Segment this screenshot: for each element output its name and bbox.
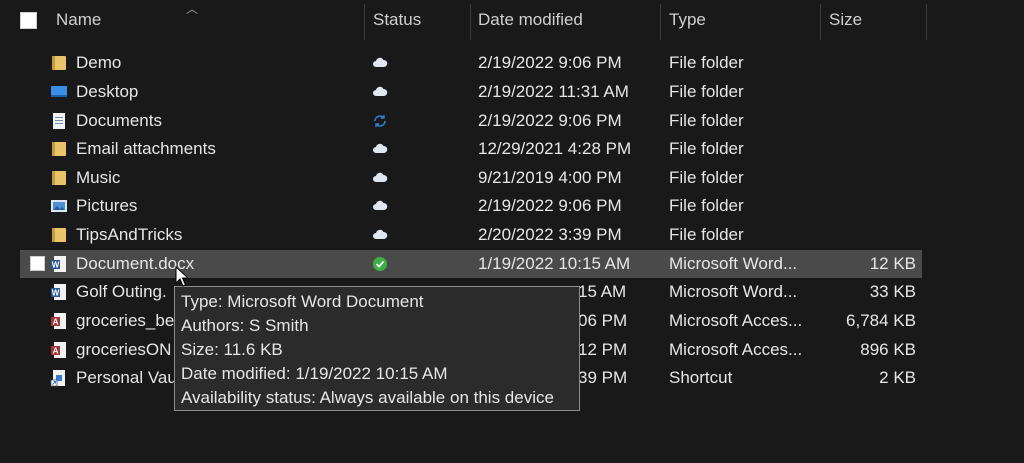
mouse-pointer-icon <box>175 266 189 287</box>
file-type: File folder <box>669 82 744 101</box>
file-name: Pictures <box>76 196 138 215</box>
file-type: File folder <box>669 168 744 187</box>
file-name: Music <box>76 168 121 187</box>
file-type: Microsoft Word... <box>669 282 798 301</box>
date-modified: 2/19/2022 9:06 PM <box>478 196 622 215</box>
column-header-date-modified[interactable]: Date modified <box>478 0 583 40</box>
file-row[interactable]: Demo 2/19/2022 9:06 PM File folder <box>20 49 922 77</box>
date-modified: 2/20/2022 3:39 PM <box>478 225 622 244</box>
row-checkbox[interactable] <box>30 256 45 271</box>
access-database-icon: A <box>51 313 66 329</box>
file-size: 2 KB <box>879 368 916 387</box>
file-row[interactable]: Pictures 2/19/2022 9:06 PM File folder <box>20 192 922 220</box>
column-header-status[interactable]: Status <box>373 0 421 40</box>
file-size: 896 KB <box>860 340 916 359</box>
folder-icon <box>52 142 66 156</box>
file-row-selected[interactable]: W Document.docx 1/19/2022 10:15 AM Micro… <box>20 250 922 278</box>
date-modified: 12/29/2021 4:28 PM <box>478 139 632 158</box>
file-row[interactable]: Music 9/21/2019 4:00 PM File folder <box>20 164 922 192</box>
column-divider[interactable] <box>364 4 365 40</box>
file-row[interactable]: Email attachments 12/29/2021 4:28 PM Fil… <box>20 135 922 163</box>
file-size <box>820 221 916 249</box>
date-modified: 2/19/2022 9:06 PM <box>478 111 622 130</box>
folder-icon <box>52 56 66 70</box>
svg-text:W: W <box>52 289 60 298</box>
sort-ascending-icon: ︿ <box>186 2 199 16</box>
file-size <box>820 135 916 163</box>
file-type: File folder <box>669 225 744 244</box>
pictures-folder-icon <box>51 200 67 212</box>
cloud-icon <box>373 200 388 210</box>
access-database-icon: A <box>51 342 66 358</box>
folder-icon <box>52 228 66 242</box>
file-size: 12 KB <box>869 254 916 273</box>
date-modified: 2/19/2022 11:31 AM <box>478 82 629 101</box>
svg-text:W: W <box>52 261 60 270</box>
file-size: 33 KB <box>869 282 916 301</box>
file-type: Microsoft Acces... <box>669 311 803 330</box>
file-name: Demo <box>76 53 122 72</box>
sync-icon <box>374 115 386 127</box>
cloud-icon <box>373 143 388 153</box>
file-size <box>820 78 916 106</box>
select-all-checkbox[interactable] <box>20 12 37 29</box>
file-row[interactable]: Desktop 2/19/2022 11:31 AM File folder <box>20 78 922 106</box>
file-type: File folder <box>669 196 744 215</box>
file-name: Email attachments <box>76 139 216 158</box>
column-divider[interactable] <box>820 4 821 40</box>
file-row[interactable]: TipsAndTricks 2/20/2022 3:39 PM File fol… <box>20 221 922 249</box>
desktop-folder-icon <box>51 86 67 97</box>
word-document-icon: W <box>51 284 66 300</box>
file-size <box>820 49 916 77</box>
column-header-size[interactable]: Size <box>829 0 862 40</box>
documents-folder-icon <box>53 113 65 129</box>
cloud-icon <box>373 57 388 67</box>
file-name: Document.docx <box>76 254 195 273</box>
file-name: Documents <box>76 111 162 130</box>
column-header-name[interactable]: Name <box>56 0 101 40</box>
file-type: File folder <box>669 111 744 130</box>
tooltip-availability: Availability status: Always available on… <box>181 388 554 407</box>
date-modified: 1/19/2022 10:15 AM <box>478 254 631 273</box>
tooltip-authors: Authors: S Smith <box>181 316 309 335</box>
file-size: 6,784 KB <box>846 311 916 330</box>
folder-icon <box>52 171 66 185</box>
file-type: File folder <box>669 53 744 72</box>
tooltip-type: Type: Microsoft Word Document <box>181 292 424 311</box>
cloud-icon <box>373 172 388 182</box>
file-name: Desktop <box>76 82 139 101</box>
tooltip-size: Size: 11.6 KB <box>181 340 283 359</box>
available-check-icon <box>373 257 387 271</box>
file-type: Microsoft Word... <box>669 254 798 273</box>
file-size <box>820 192 916 220</box>
column-divider[interactable] <box>470 4 471 40</box>
file-type: File folder <box>669 139 744 158</box>
column-divider[interactable] <box>660 4 661 40</box>
tooltip-date-modified: Date modified: 1/19/2022 10:15 AM <box>181 364 448 383</box>
file-type: Shortcut <box>669 368 733 387</box>
file-info-tooltip: Type: Microsoft Word Document Authors: S… <box>174 286 580 411</box>
file-size <box>820 164 916 192</box>
file-type: Microsoft Acces... <box>669 340 803 359</box>
column-divider[interactable] <box>926 4 927 40</box>
svg-text:A: A <box>53 318 59 327</box>
date-modified: 9/21/2019 4:00 PM <box>478 168 622 187</box>
cloud-icon <box>373 86 388 96</box>
file-size <box>820 107 916 135</box>
column-header-bar: ︿ Name Status Date modified Type Size <box>0 0 1024 40</box>
column-header-type[interactable]: Type <box>669 0 706 40</box>
date-modified: 2/19/2022 9:06 PM <box>478 53 622 72</box>
file-name: TipsAndTricks <box>76 225 183 244</box>
shortcut-icon <box>50 370 65 387</box>
word-document-icon: W <box>51 256 66 272</box>
svg-text:A: A <box>53 347 59 356</box>
file-row[interactable]: Documents 2/19/2022 9:06 PM File folder <box>20 107 922 135</box>
cloud-icon <box>373 229 388 239</box>
